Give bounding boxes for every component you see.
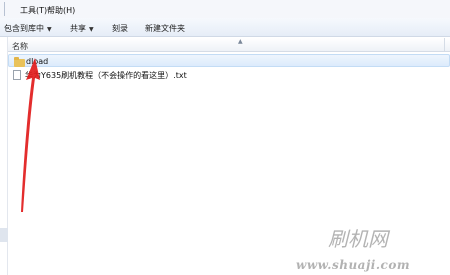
watermark-logo: 刷机网 <box>328 227 388 251</box>
watermark-url: www.shuaji.com <box>296 258 411 272</box>
